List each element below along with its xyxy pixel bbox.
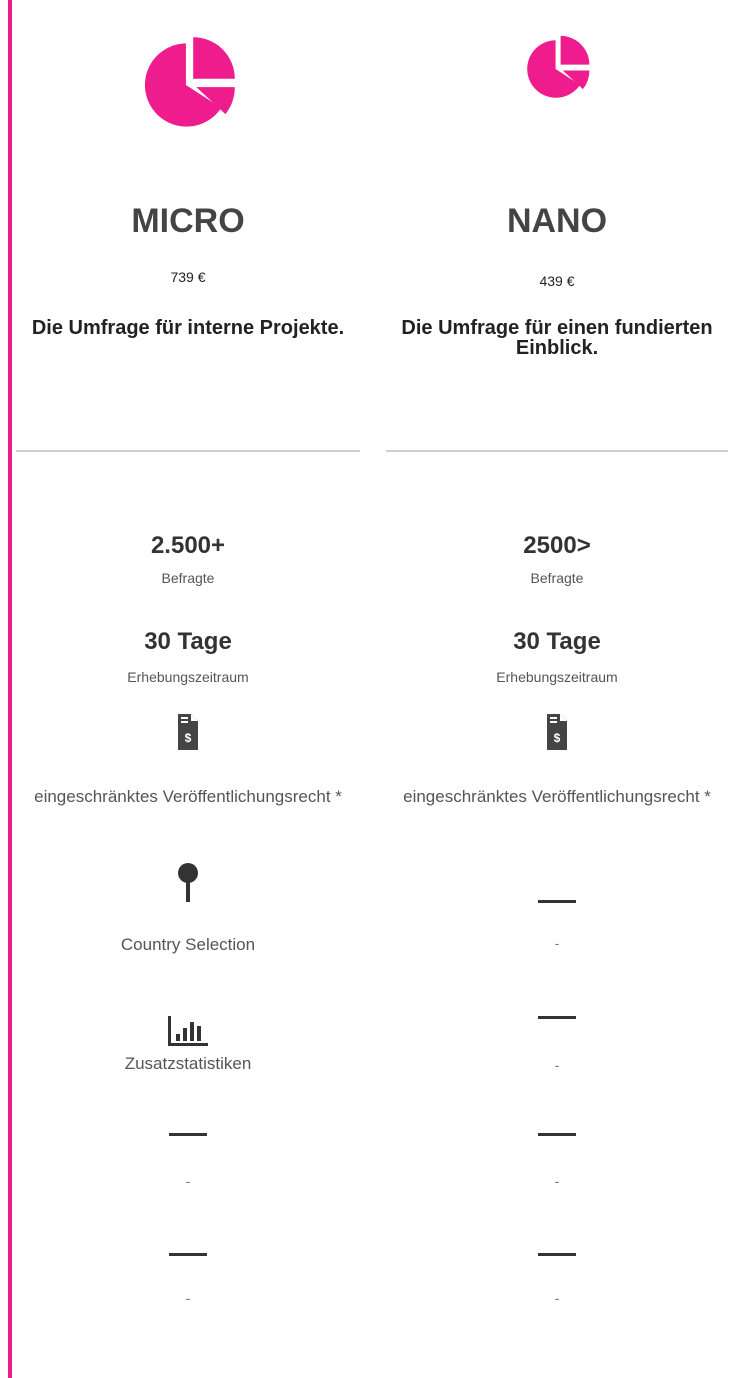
plan-tagline: Die Umfrage für einen fundierten Einblic…	[401, 317, 713, 359]
map-pin-icon	[178, 863, 198, 902]
pie-chart-icon	[144, 37, 235, 127]
duration-value: 30 Tage	[144, 628, 232, 655]
bar-chart-icon	[168, 1016, 208, 1046]
plan-card-micro: MICRO 739 € Die Umfrage für interne Proj…	[16, 0, 360, 1378]
divider	[386, 450, 728, 452]
feature-label: -	[554, 1057, 560, 1073]
plan-name: MICRO	[131, 202, 245, 240]
feature-label: Zusatzstatistiken	[124, 1054, 252, 1073]
plan-tagline: Die Umfrage für interne Projekte.	[31, 317, 345, 339]
duration-value: 30 Tage	[513, 628, 601, 655]
dash-icon	[538, 900, 576, 903]
plan-price: 739 €	[170, 269, 206, 285]
feature-label: -	[185, 1173, 191, 1189]
duration-label: Erhebungszeitraum	[496, 669, 618, 685]
respondents-label: Befragte	[530, 570, 584, 586]
pie-chart-icon	[527, 35, 590, 98]
feature-label: -	[554, 935, 560, 951]
divider	[16, 450, 360, 452]
respondents-value: 2500>	[523, 532, 591, 559]
dash-icon	[538, 1253, 576, 1256]
dash-icon	[538, 1133, 576, 1136]
feature-label: -	[185, 1290, 191, 1306]
dash-icon	[538, 1016, 576, 1019]
dash-icon	[169, 1133, 207, 1136]
plan-price: 439 €	[539, 273, 575, 289]
duration-label: Erhebungszeitraum	[127, 669, 249, 685]
feature-label: eingeschränktes Veröffentlichungsrecht *	[403, 787, 711, 806]
feature-label: Country Selection	[120, 935, 256, 954]
dash-icon	[169, 1253, 207, 1256]
respondents-value: 2.500+	[150, 532, 226, 559]
respondents-label: Befragte	[161, 570, 215, 586]
svg-text:$: $	[185, 731, 192, 745]
feature-label: eingeschränktes Veröffentlichungsrecht *	[34, 787, 342, 806]
svg-text:$: $	[554, 731, 561, 745]
feature-label: -	[554, 1290, 560, 1306]
invoice-document-icon: $	[178, 714, 198, 750]
accent-border	[0, 0, 12, 1378]
plan-card-nano: NANO 439 € Die Umfrage für einen fundier…	[386, 0, 728, 1378]
invoice-document-icon: $	[547, 714, 567, 750]
feature-label: -	[554, 1173, 560, 1189]
plan-name: NANO	[506, 202, 608, 240]
